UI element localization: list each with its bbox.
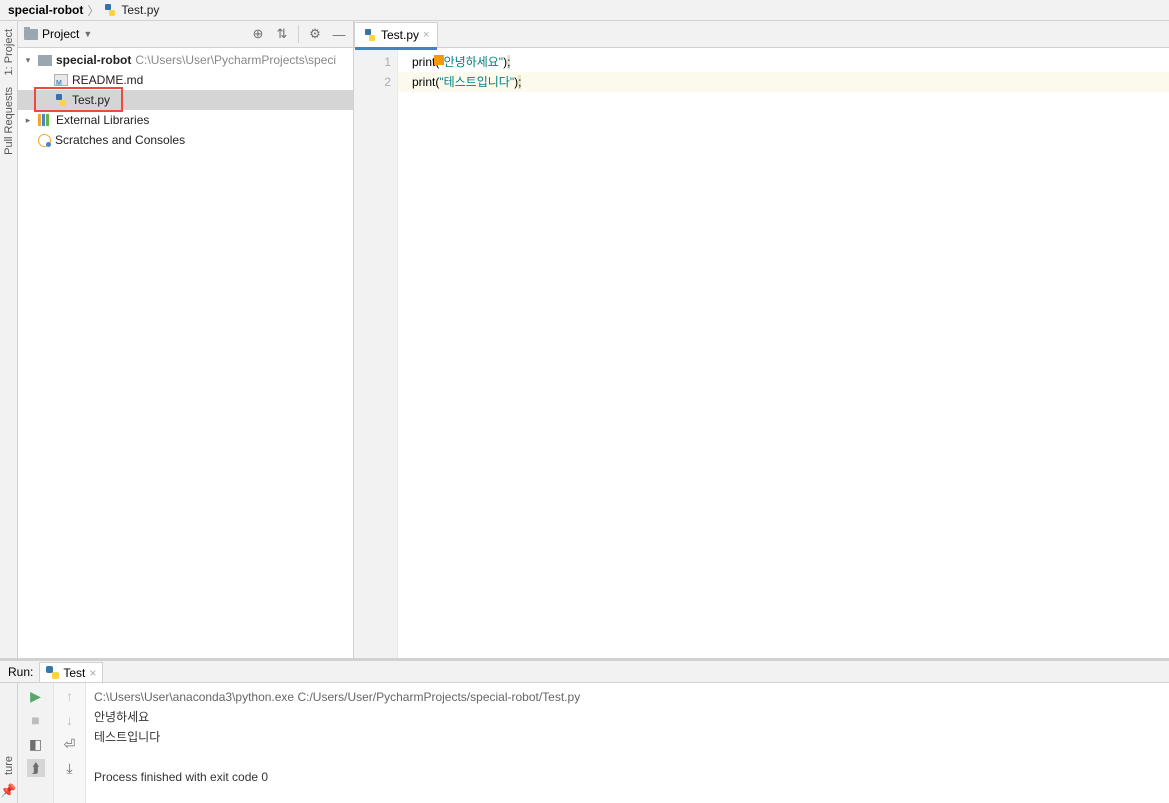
file-name: README.md <box>72 73 143 87</box>
stop-icon[interactable]: ■ <box>27 711 45 729</box>
code-line[interactable]: print("안녕하세요"); <box>412 52 1169 72</box>
libraries-icon <box>38 114 52 126</box>
semicolon: ; <box>518 75 521 89</box>
line-number: 2 <box>354 72 391 92</box>
console-line: 안녕하세요 <box>94 707 1161 727</box>
structure-tab-vertical[interactable]: ture <box>3 752 15 779</box>
editor-tab-test[interactable]: Test.py × <box>354 22 438 47</box>
separator <box>298 25 299 43</box>
external-libs-label: External Libraries <box>56 113 149 127</box>
run-config-name: Test <box>63 666 85 680</box>
folder-icon <box>38 55 52 66</box>
up-icon[interactable]: ↑ <box>61 687 79 705</box>
string-literal: "테스트입니다" <box>439 75 514 89</box>
close-icon[interactable]: × <box>89 666 96 680</box>
close-icon[interactable]: × <box>423 29 429 41</box>
run-toolbar-primary: ▶ ■ ◧ ⮭ <box>18 683 54 803</box>
warning-icon[interactable] <box>434 55 444 65</box>
root-path: C:\Users\User\PycharmProjects\speci <box>135 53 336 67</box>
python-file-icon <box>363 28 377 42</box>
file-name: Test.py <box>72 93 110 107</box>
breadcrumb-project[interactable]: special-robot <box>8 3 83 17</box>
layout-icon[interactable]: ◧ <box>27 735 45 753</box>
dropdown-icon: ▼ <box>83 29 92 39</box>
project-view-label: Project <box>42 27 79 41</box>
project-tab-vertical[interactable]: 1: Project <box>3 25 15 79</box>
console-line: 테스트입니다 <box>94 727 1161 747</box>
console-exit: Process finished with exit code 0 <box>94 767 1161 787</box>
run-label: Run: <box>8 665 33 679</box>
python-icon <box>46 666 59 679</box>
run-header: Run: Test × <box>0 661 1169 683</box>
breadcrumb: special-robot 〉 Test.py <box>0 0 1169 21</box>
chevron-down-icon[interactable]: ▾ <box>22 55 34 66</box>
folder-icon <box>24 29 38 40</box>
run-toolbar-secondary: ↑ ↓ ⏎ ⤓ <box>54 683 86 803</box>
left-tool-window-bar-bottom[interactable]: 📌 ture <box>0 683 18 803</box>
line-number-gutter: 1 2 <box>354 48 398 658</box>
console-blank <box>94 747 1161 767</box>
hide-icon[interactable]: — <box>331 26 347 42</box>
code-content[interactable]: print("안녕하세요"); print("테스트입니다"); <box>398 48 1169 658</box>
chevron-right-icon[interactable]: ▸ <box>22 115 34 126</box>
left-tool-window-bar[interactable]: 1: Project Pull Requests <box>0 21 18 658</box>
locate-icon[interactable]: ⊕ <box>250 26 266 42</box>
tree-file-readme[interactable]: README.md <box>18 70 353 90</box>
pin-icon[interactable]: 📌 <box>0 783 16 799</box>
down-icon[interactable]: ↓ <box>61 711 79 729</box>
python-file-icon <box>103 3 117 17</box>
expand-all-icon[interactable]: ⇅ <box>274 26 290 42</box>
code-line[interactable]: print("테스트입니다"); <box>412 72 1169 92</box>
string-literal: "안녕하세요" <box>439 55 503 69</box>
fn-call: print <box>412 55 435 69</box>
project-sidebar-header: Project ▼ ⊕ ⇅ ⚙ — <box>18 21 353 48</box>
line-number: 1 <box>354 52 391 72</box>
console-output[interactable]: C:\Users\User\anaconda3\python.exe C:/Us… <box>86 683 1169 803</box>
semicolon: ; <box>507 55 510 69</box>
tree-root[interactable]: ▾ special-robot C:\Users\User\PycharmPro… <box>18 50 353 70</box>
project-sidebar: Project ▼ ⊕ ⇅ ⚙ — ▾ special-robot C:\Use… <box>18 21 354 658</box>
gear-icon[interactable]: ⚙ <box>307 26 323 42</box>
python-file-icon <box>54 93 68 107</box>
run-tool-window: Run: Test × 📌 ture ▶ ■ ◧ ⮭ ↑ ↓ ⏎ ⤓ C:\Us… <box>0 658 1169 803</box>
scroll-icon[interactable]: ⤓ <box>61 759 79 777</box>
breadcrumb-separator: 〉 <box>87 2 99 19</box>
root-name: special-robot <box>56 53 131 67</box>
code-editor[interactable]: 1 2 print("안녕하세요"); print("테스트입니다"); <box>354 48 1169 658</box>
breadcrumb-file[interactable]: Test.py <box>121 3 159 17</box>
editor-tabs[interactable]: Test.py × <box>354 21 1169 48</box>
run-config-tab[interactable]: Test × <box>39 662 103 682</box>
scratches-label: Scratches and Consoles <box>55 133 185 147</box>
fn-call: print <box>412 75 435 89</box>
scratches-icon <box>38 134 51 147</box>
tree-file-test[interactable]: Test.py <box>18 90 353 110</box>
toggle-icon[interactable]: ⮭ <box>27 759 45 777</box>
tab-label: Test.py <box>381 28 419 42</box>
console-command: C:\Users\User\anaconda3\python.exe C:/Us… <box>94 687 1161 707</box>
rerun-icon[interactable]: ▶ <box>27 687 45 705</box>
editor-area: Test.py × 1 2 print("안녕하세요"); print("테스트… <box>354 21 1169 658</box>
pull-requests-tab-vertical[interactable]: Pull Requests <box>3 83 15 159</box>
project-view-selector[interactable]: Project ▼ <box>24 27 244 41</box>
tree-external-libs[interactable]: ▸ External Libraries <box>18 110 353 130</box>
soft-wrap-icon[interactable]: ⏎ <box>61 735 79 753</box>
markdown-file-icon <box>54 74 68 86</box>
tree-scratches[interactable]: Scratches and Consoles <box>18 130 353 150</box>
project-tree[interactable]: ▾ special-robot C:\Users\User\PycharmPro… <box>18 48 353 658</box>
